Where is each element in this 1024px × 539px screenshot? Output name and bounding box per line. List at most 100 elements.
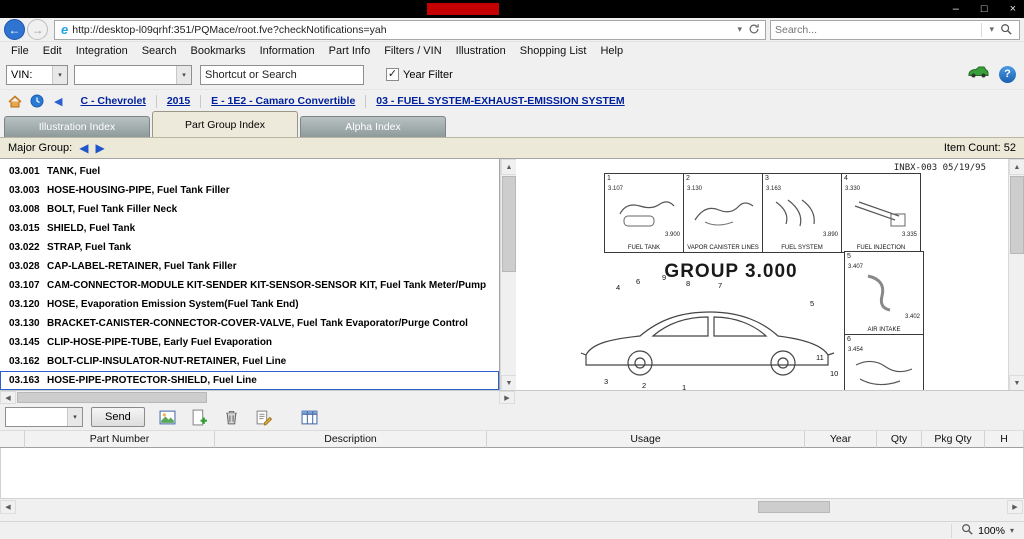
secondary-select[interactable]: ▾ — [74, 65, 192, 85]
scrollbar-thumb[interactable] — [1010, 176, 1024, 254]
history-icon[interactable] — [30, 94, 44, 108]
vehicle-icon[interactable] — [967, 64, 989, 84]
thumbnail-fuel-tank[interactable]: 1 3.107 3.900 FUEL TANK — [604, 173, 684, 253]
parts-list-scrollbar[interactable]: ▲ ▼ — [500, 159, 516, 391]
browser-search-input[interactable] — [775, 22, 977, 38]
tab-part-group-index[interactable]: Part Group Index — [152, 111, 298, 137]
header-part-number[interactable]: Part Number — [25, 430, 215, 448]
part-row[interactable]: 03.028 CAP-LABEL-RETAINER, Fuel Tank Fil… — [0, 257, 499, 276]
breadcrumb-make[interactable]: C - Chevrolet — [70, 95, 155, 107]
header-cell[interactable] — [0, 430, 25, 448]
refresh-icon[interactable] — [745, 23, 763, 37]
thumbnail-air-intake[interactable]: 5 3.407 3.402 AIR INTAKE — [844, 251, 924, 335]
home-icon[interactable] — [8, 95, 22, 108]
callout-number[interactable]: 5 — [810, 299, 814, 308]
year-filter-checkbox[interactable]: ✓ — [386, 68, 399, 81]
callout-number[interactable]: 6 — [636, 277, 640, 286]
callout-number[interactable]: 11 — [816, 353, 824, 362]
breadcrumb-section[interactable]: 03 - FUEL SYSTEM-EXHAUST-EMISSION SYSTEM — [366, 95, 634, 107]
callout-number[interactable]: 8 — [686, 279, 690, 288]
year-filter-label[interactable]: Year Filter — [403, 69, 453, 81]
menu-information[interactable]: Information — [253, 45, 322, 57]
add-icon[interactable] — [191, 408, 209, 426]
part-row-selected[interactable]: 03.163 HOSE-PIPE-PROTECTOR-SHIELD, Fuel … — [0, 371, 499, 390]
menu-shopping-list[interactable]: Shopping List — [513, 45, 594, 57]
send-button[interactable]: Send — [91, 407, 145, 427]
chevron-down-icon[interactable]: ▾ — [176, 66, 191, 84]
breadcrumb-model[interactable]: E - 1E2 - Camaro Convertible — [201, 95, 365, 107]
delete-icon[interactable] — [223, 408, 241, 426]
part-row[interactable]: 03.001 TANK, Fuel — [0, 162, 499, 181]
menu-bookmarks[interactable]: Bookmarks — [184, 45, 253, 57]
minimize-button[interactable]: – — [953, 0, 959, 18]
scroll-left-icon[interactable]: ◀ — [0, 391, 16, 404]
address-bar[interactable]: e ▾ — [54, 20, 766, 40]
breadcrumb-back-icon[interactable]: ◀ — [54, 95, 62, 108]
header-pkg-qty[interactable]: Pkg Qty — [922, 430, 985, 448]
part-row[interactable]: 03.162 BOLT-CLIP-INSULATOR-NUT-RETAINER,… — [0, 352, 499, 371]
parts-list-hscrollbar[interactable]: ◀ ▶ — [0, 391, 516, 405]
part-row[interactable]: 03.107 CAM-CONNECTOR-MODULE KIT-SENDER K… — [0, 276, 499, 295]
thumbnail-vapor-canister-lines[interactable]: 2 3.130 VAPOR CANISTER LINES — [683, 173, 763, 253]
autocomplete-dropdown-icon[interactable]: ▾ — [734, 24, 745, 35]
callout-number[interactable]: 7 — [718, 281, 722, 290]
menu-edit[interactable]: Edit — [36, 45, 69, 57]
scroll-right-icon[interactable]: ▶ — [1007, 500, 1023, 514]
menu-search[interactable]: Search — [135, 45, 184, 57]
shortcut-search-input[interactable] — [200, 65, 364, 85]
search-type-select[interactable]: VIN: ▾ — [6, 65, 68, 85]
part-row[interactable]: 03.003 HOSE-HOUSING-PIPE, Fuel Tank Fill… — [0, 181, 499, 200]
tab-illustration-index[interactable]: Illustration Index — [4, 116, 150, 137]
scroll-up-icon[interactable]: ▲ — [501, 159, 517, 175]
menu-illustration[interactable]: Illustration — [449, 45, 513, 57]
maximize-button[interactable]: □ — [981, 0, 988, 18]
header-h[interactable]: H — [985, 430, 1024, 448]
forward-button[interactable]: → — [27, 19, 48, 40]
browser-search-box[interactable]: ▾ — [770, 20, 1020, 40]
illustration-scrollbar[interactable]: ▲ ▼ — [1008, 159, 1024, 391]
header-year[interactable]: Year — [805, 430, 877, 448]
part-row[interactable]: 03.120 HOSE, Evaporation Emission System… — [0, 295, 499, 314]
tab-alpha-index[interactable]: Alpha Index — [300, 116, 446, 137]
callout-number[interactable]: 10 — [830, 369, 838, 378]
part-row[interactable]: 03.022 STRAP, Fuel Tank — [0, 238, 499, 257]
picture-icon[interactable] — [159, 408, 177, 426]
scroll-left-icon[interactable]: ◀ — [0, 500, 16, 514]
close-button[interactable]: × — [1010, 0, 1016, 18]
callout-number[interactable]: 4 — [616, 283, 620, 292]
scroll-down-icon[interactable]: ▼ — [1009, 375, 1024, 391]
header-description[interactable]: Description — [215, 430, 487, 448]
scrollbar-thumb[interactable] — [17, 392, 207, 403]
back-button[interactable]: ← — [4, 19, 25, 40]
scroll-up-icon[interactable]: ▲ — [1009, 159, 1024, 175]
previous-group-icon[interactable]: ◀ — [79, 141, 88, 155]
callout-number[interactable]: 9 — [662, 273, 666, 282]
search-dropdown-icon[interactable]: ▾ — [986, 24, 997, 35]
help-icon[interactable]: ? — [999, 66, 1016, 83]
scrollbar-thumb[interactable] — [502, 176, 516, 272]
scroll-right-icon[interactable]: ▶ — [499, 391, 515, 404]
thumbnail-fuel-system[interactable]: 3 3.163 3.890 FUEL SYSTEM — [762, 173, 842, 253]
thumbnail-fuel-lines[interactable]: 6 3.454 3.430 — [844, 334, 924, 391]
part-row[interactable]: 03.145 CLIP-HOSE-PIPE-TUBE, Early Fuel E… — [0, 333, 499, 352]
search-icon[interactable] — [997, 23, 1015, 37]
menu-part-info[interactable]: Part Info — [322, 45, 378, 57]
menu-filters-vin[interactable]: Filters / VIN — [377, 45, 448, 57]
send-target-select[interactable]: ▾ — [5, 407, 83, 427]
next-group-icon[interactable]: ▶ — [95, 141, 104, 155]
chevron-down-icon[interactable]: ▾ — [52, 66, 67, 84]
chevron-down-icon[interactable]: ▾ — [1010, 526, 1014, 535]
scrollbar-thumb[interactable] — [758, 501, 830, 513]
thumbnail-fuel-injection[interactable]: 4 3.330 3.335 FUEL INJECTION — [841, 173, 921, 253]
callout-number[interactable]: 2 — [642, 381, 646, 390]
results-hscrollbar[interactable]: ◀ ▶ — [0, 498, 1024, 514]
menu-file[interactable]: File — [4, 45, 36, 57]
notes-icon[interactable] — [255, 408, 273, 426]
part-row[interactable]: 03.130 BRACKET-CANISTER-CONNECTOR-COVER-… — [0, 314, 499, 333]
header-qty[interactable]: Qty — [877, 430, 922, 448]
url-input[interactable] — [72, 22, 734, 38]
part-row[interactable]: 03.008 BOLT, Fuel Tank Filler Neck — [0, 200, 499, 219]
scroll-down-icon[interactable]: ▼ — [501, 375, 517, 391]
menu-help[interactable]: Help — [593, 45, 630, 57]
part-row[interactable]: 03.015 SHIELD, Fuel Tank — [0, 219, 499, 238]
